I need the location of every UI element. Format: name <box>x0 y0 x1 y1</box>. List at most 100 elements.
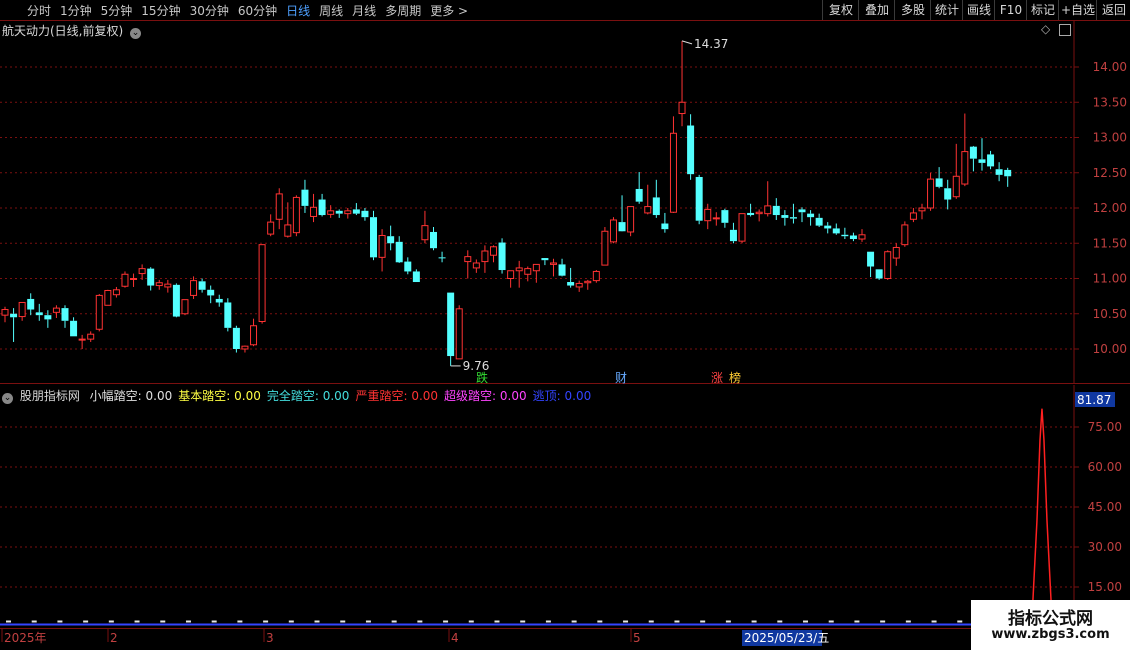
candle-body-up <box>121 273 129 287</box>
candle-body-up <box>704 208 712 222</box>
candle-body-down <box>447 292 455 357</box>
candle-body-up <box>764 205 772 215</box>
candle <box>952 143 960 199</box>
candle-body-up <box>669 132 677 213</box>
toolbar-button-7[interactable]: +自选 <box>1058 0 1097 20</box>
candle <box>421 210 429 244</box>
candle <box>892 243 900 266</box>
candle <box>27 293 35 316</box>
candle-body-up <box>250 325 258 346</box>
candle <box>584 279 592 290</box>
candle-body-down <box>438 257 446 259</box>
period-6[interactable]: 日线 <box>286 2 310 19</box>
candle <box>884 250 892 280</box>
candle-body-down <box>635 188 643 202</box>
candle-body-up <box>130 278 138 280</box>
period-5[interactable]: 60分钟 <box>238 2 277 19</box>
candle <box>35 303 43 321</box>
candle <box>275 188 283 230</box>
indicator-dot <box>725 620 731 623</box>
indicator-chart[interactable]: 75.00 60.00 45.00 30.00 15.00 81.87 <box>0 385 1130 628</box>
candle-body-up <box>892 246 900 259</box>
indicator-dot <box>494 620 500 623</box>
candle-body-up <box>712 217 720 220</box>
candle <box>669 116 677 213</box>
candle <box>695 174 703 225</box>
candle-body-down <box>172 284 180 317</box>
candle <box>781 210 789 226</box>
candle-body-down <box>404 261 412 272</box>
date-label: 4 <box>451 631 459 645</box>
period-0[interactable]: 分时 <box>27 2 51 19</box>
period-1[interactable]: 1分钟 <box>60 2 92 19</box>
candle <box>687 114 695 180</box>
candle-body-down <box>27 298 35 310</box>
candle-body-down <box>430 231 437 249</box>
candle-body-down <box>567 282 575 286</box>
candle-body-up <box>918 207 926 212</box>
event-tag[interactable]: 跌 <box>476 370 488 384</box>
indicator-tick-label: 45.00 <box>1088 500 1122 514</box>
candle <box>370 210 378 261</box>
candle-body-up <box>292 196 300 234</box>
period-4[interactable]: 30分钟 <box>190 2 229 19</box>
candle <box>335 209 343 218</box>
candle <box>901 221 909 247</box>
indicator-dot <box>314 620 320 623</box>
indicator-dot <box>443 620 449 623</box>
candle <box>875 269 883 280</box>
watermark-title: 指标公式网 <box>1008 609 1093 629</box>
indicator-dot <box>134 620 140 623</box>
event-tag[interactable]: 涨 <box>711 370 723 384</box>
candle-body-down <box>318 199 326 216</box>
toolbar-button-3[interactable]: 统计 <box>930 0 963 20</box>
candle <box>798 207 806 223</box>
indicator-dot <box>391 620 397 623</box>
toolbar-button-6[interactable]: 标记 <box>1026 0 1059 20</box>
candle <box>327 205 335 218</box>
period-8[interactable]: 月线 <box>352 2 376 19</box>
toolbar-button-4[interactable]: 画线 <box>962 0 995 20</box>
candle-body-up <box>421 225 429 241</box>
candle <box>661 212 669 233</box>
indicator-tick-label: 15.00 <box>1088 580 1122 594</box>
period-7[interactable]: 周线 <box>319 2 343 19</box>
toolbar-button-5[interactable]: F10 <box>994 0 1027 20</box>
indicator-dot <box>545 620 551 623</box>
candle-body-down <box>370 217 378 258</box>
toolbar-button-1[interactable]: 叠加 <box>858 0 895 20</box>
event-tag[interactable]: 榜 <box>729 370 741 384</box>
candlestick-chart[interactable]: 14.00 13.50 13.00 12.50 12.00 11.50 11.00 10.50… <box>0 21 1130 384</box>
candle <box>627 206 635 237</box>
toolbar-button-2[interactable]: 多股 <box>894 0 931 20</box>
candle <box>789 203 797 224</box>
price-tick-label: 11.50 <box>1093 236 1127 250</box>
candle-body-up <box>18 301 26 318</box>
indicator-dot <box>417 620 423 623</box>
event-tag[interactable]: 财 <box>615 371 627 384</box>
indicator-dot <box>854 620 860 623</box>
indicator-dot <box>957 620 963 623</box>
candle <box>944 179 952 210</box>
candle-body-up <box>241 345 249 350</box>
period-10[interactable]: 更多 > <box>430 2 468 19</box>
candle <box>147 267 155 291</box>
candle-body-down <box>70 320 78 337</box>
candle <box>164 279 172 293</box>
candle-body-down <box>935 178 943 187</box>
period-3[interactable]: 15分钟 <box>141 2 180 19</box>
candle <box>618 195 626 232</box>
toolbar-button-8[interactable]: 返回 <box>1096 0 1130 20</box>
candle-body-up <box>181 299 189 315</box>
candle-body-up <box>481 250 489 263</box>
candle <box>112 286 120 298</box>
candle <box>738 213 746 244</box>
period-9[interactable]: 多周期 <box>385 2 421 19</box>
indicator-spike-line <box>1030 408 1054 625</box>
candle <box>207 285 215 304</box>
period-2[interactable]: 5分钟 <box>101 2 133 19</box>
toolbar-button-0[interactable]: 复权 <box>822 0 859 20</box>
candle-body-up <box>78 338 86 341</box>
candle <box>44 310 52 328</box>
watermark: 指标公式网 www.zbgs3.com <box>971 600 1130 650</box>
